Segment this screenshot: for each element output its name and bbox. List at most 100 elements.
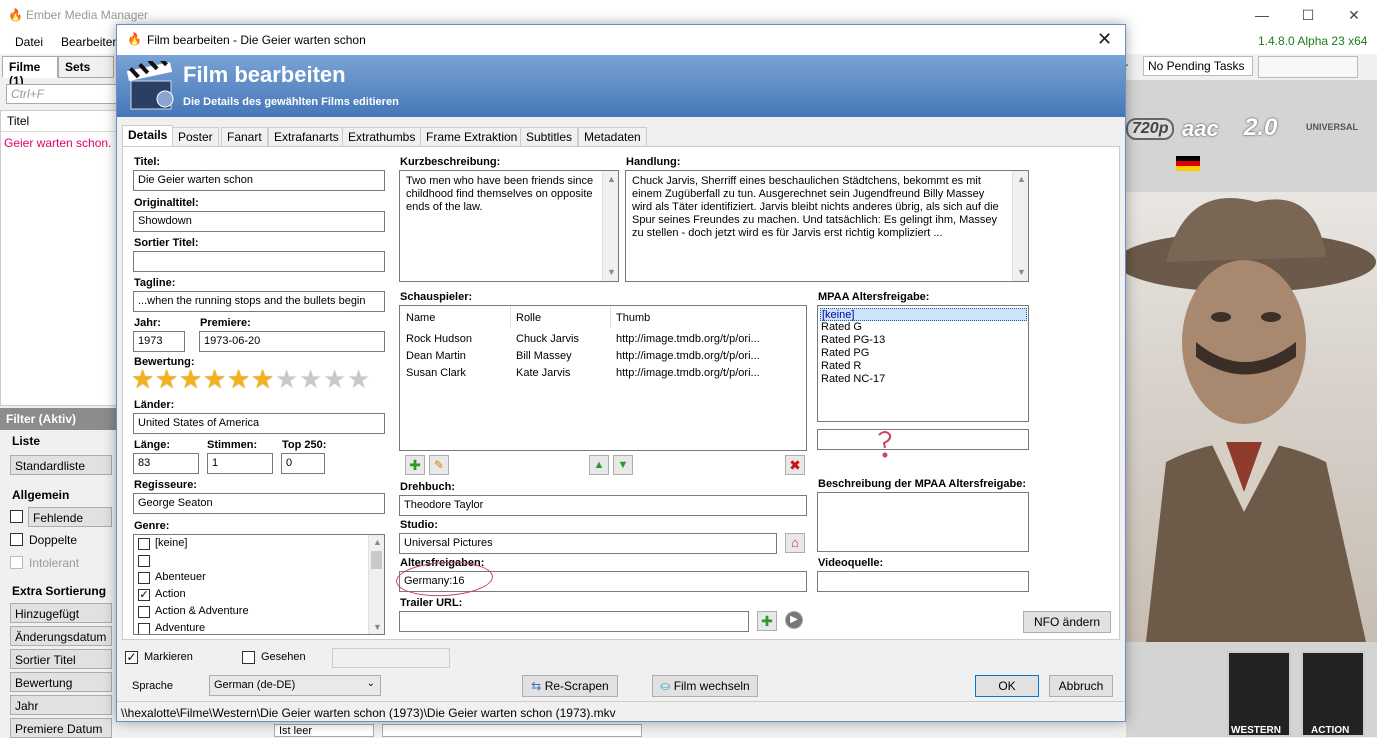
rating-stars[interactable]: ★ ★ ★ ★ ★ ★ ★ ★ ★ ★ [131,366,376,394]
cast-row-name[interactable]: Dean Martin [406,350,466,362]
cast-row-name[interactable]: Rock Hudson [406,333,472,345]
play-trailer-icon[interactable]: ▶ [785,611,803,629]
genre-checkbox[interactable] [138,538,150,550]
handlung-textarea[interactable]: Chuck Jarvis, Sherriff eines beschaulich… [625,170,1029,282]
mpaa-option[interactable]: Rated NC-17 [820,373,1027,386]
scroll-down-icon[interactable]: ▼ [373,622,382,632]
minimize-button[interactable]: — [1239,0,1285,30]
laenge-input[interactable]: 83 [133,453,199,474]
stimmen-input[interactable]: 1 [207,453,273,474]
cast-header-thumb[interactable]: Thumb [616,312,650,324]
cast-header-name[interactable]: Name [406,312,435,324]
sprache-select[interactable]: German (de-DE) ⌄ [209,675,381,696]
add-trailer-button[interactable]: ✚ [757,611,777,631]
mpaa-option[interactable]: Rated R [820,360,1027,373]
tab-extrathumbs[interactable]: Extrathumbs [342,127,422,147]
sort-bewertung-button[interactable]: Bewertung [10,672,112,692]
kurzbeschreibung-textarea[interactable]: Two men who have been friends since chil… [399,170,619,282]
tab-details[interactable]: Details [122,125,174,148]
mpaa-option[interactable]: Rated PG [820,347,1027,360]
nfo-aendern-button[interactable]: NFO ändern [1023,611,1111,633]
genre-checkbox[interactable] [138,572,150,584]
quick-filter-input[interactable]: Ctrl+F [6,84,118,104]
rating-star-icon[interactable]: ★ [323,366,346,392]
tab-fanart[interactable]: Fanart [221,127,268,147]
genre-checkbox[interactable]: ✓ [138,589,150,601]
remove-actor-x-icon[interactable]: ✖ [785,455,805,475]
videoquelle-input[interactable] [817,571,1029,592]
move-up-arrow-icon[interactable]: ▲ [589,455,609,475]
regisseure-input[interactable]: George Seaton [133,493,385,514]
add-actor-button[interactable]: ✚ [405,455,425,475]
cast-list[interactable]: Name Rolle Thumb Rock Hudson Chuck Jarvi… [399,305,807,451]
film-wechseln-button[interactable]: ⛀ Film wechseln [652,675,758,697]
gesehen-checkbox[interactable] [242,651,255,664]
laender-input[interactable]: United States of America [133,413,385,434]
move-down-arrow-icon[interactable]: ▼ [613,455,633,475]
rating-star-icon[interactable]: ★ [275,366,298,392]
close-app-button[interactable]: ✕ [1331,0,1377,30]
rating-star-icon[interactable]: ★ [179,366,202,392]
cast-header-rolle[interactable]: Rolle [516,312,541,324]
jahr-input[interactable]: 1973 [133,331,185,352]
originaltitel-input[interactable]: Showdown [133,211,385,232]
menu-datei[interactable]: Datei [15,35,43,49]
tab-extrafanarts[interactable]: Extrafanarts [268,127,345,147]
rating-star-icon[interactable]: ★ [251,366,274,392]
genre-checkbox[interactable] [138,555,150,567]
sort-premiere-datum-button[interactable]: Premiere Datum [10,718,112,738]
filter-value-input[interactable] [382,724,642,737]
rating-star-icon[interactable]: ★ [347,366,370,392]
cast-row-thumb[interactable]: http://image.tmdb.org/t/p/ori... [616,333,760,345]
sort-sortier-titel-button[interactable]: Sortier Titel [10,649,112,669]
mpaa-desc-textarea[interactable] [817,492,1029,552]
drehbuch-input[interactable]: Theodore Taylor [399,495,807,516]
ok-button[interactable]: OK [975,675,1039,697]
rating-star-icon[interactable]: ★ [227,366,250,392]
abbruch-button[interactable]: Abbruch [1049,675,1113,697]
cast-row-thumb[interactable]: http://image.tmdb.org/t/p/ori... [616,350,760,362]
cast-row-thumb[interactable]: http://image.tmdb.org/t/p/ori... [616,367,760,379]
genre-scrollbar[interactable]: ▲ ▼ [368,535,384,634]
list-item[interactable]: Geier warten schon. [1,133,117,153]
standardliste-button[interactable]: Standardliste [10,455,112,475]
sortier-titel-input[interactable] [133,251,385,272]
tab-frame-extraktion[interactable]: Frame Extraktion [420,127,524,147]
tab-metadaten[interactable]: Metadaten [578,127,647,147]
rating-star-icon[interactable]: ★ [155,366,178,392]
dialog-close-button[interactable]: ✕ [1097,29,1112,50]
trailer-url-input[interactable] [399,611,749,632]
scroll-up-icon[interactable]: ▲ [373,537,382,547]
cast-row-role[interactable]: Kate Jarvis [516,367,570,379]
mpaa-option[interactable]: Rated G [820,321,1027,334]
studio-input[interactable]: Universal Pictures [399,533,777,554]
tab-poster[interactable]: Poster [172,127,219,147]
edit-actor-pencil-icon[interactable]: ✎ [429,455,449,475]
studio-house-icon[interactable]: ⌂ [785,533,805,553]
genre-list[interactable]: [keine] Abenteuer ✓ Action Action & Adven… [133,534,385,635]
maximize-button[interactable]: ☐ [1285,0,1331,30]
genre-checkbox[interactable] [138,623,150,634]
pending-tasks[interactable]: No Pending Tasks [1143,56,1253,76]
doppelte-checkbox[interactable] [10,533,23,546]
top250-input[interactable]: 0 [281,453,325,474]
kurzbeschreibung-scrollbar[interactable]: ▲ ▼ [602,171,618,281]
sort-hinzugefuegt-button[interactable]: Hinzugefügt [10,603,112,623]
handlung-scrollbar[interactable]: ▲ ▼ [1012,171,1028,281]
mpaa-option[interactable]: [keine] [820,308,1027,321]
sort-aenderungsdatum-button[interactable]: Änderungsdatum [10,626,112,646]
tab-sets[interactable]: Sets [58,56,114,78]
cast-row-role[interactable]: Bill Massey [516,350,572,362]
rating-star-icon[interactable]: ★ [299,366,322,392]
cast-row-name[interactable]: Susan Clark [406,367,466,379]
fehlende-button[interactable]: Fehlende [28,507,112,527]
titel-input[interactable]: Die Geier warten schon [133,170,385,191]
menu-bearbeiten[interactable]: Bearbeiten [61,35,119,49]
list-header-titel[interactable]: Titel [1,111,117,132]
tab-filme[interactable]: Filme (1) [2,56,58,88]
rescrape-button[interactable]: ⇆ Re-Scrapen [522,675,618,697]
mpaa-option[interactable]: Rated PG-13 [820,334,1027,347]
fehlende-checkbox[interactable] [10,510,23,523]
markieren-checkbox[interactable]: ✓ [125,651,138,664]
rating-star-icon[interactable]: ★ [203,366,226,392]
